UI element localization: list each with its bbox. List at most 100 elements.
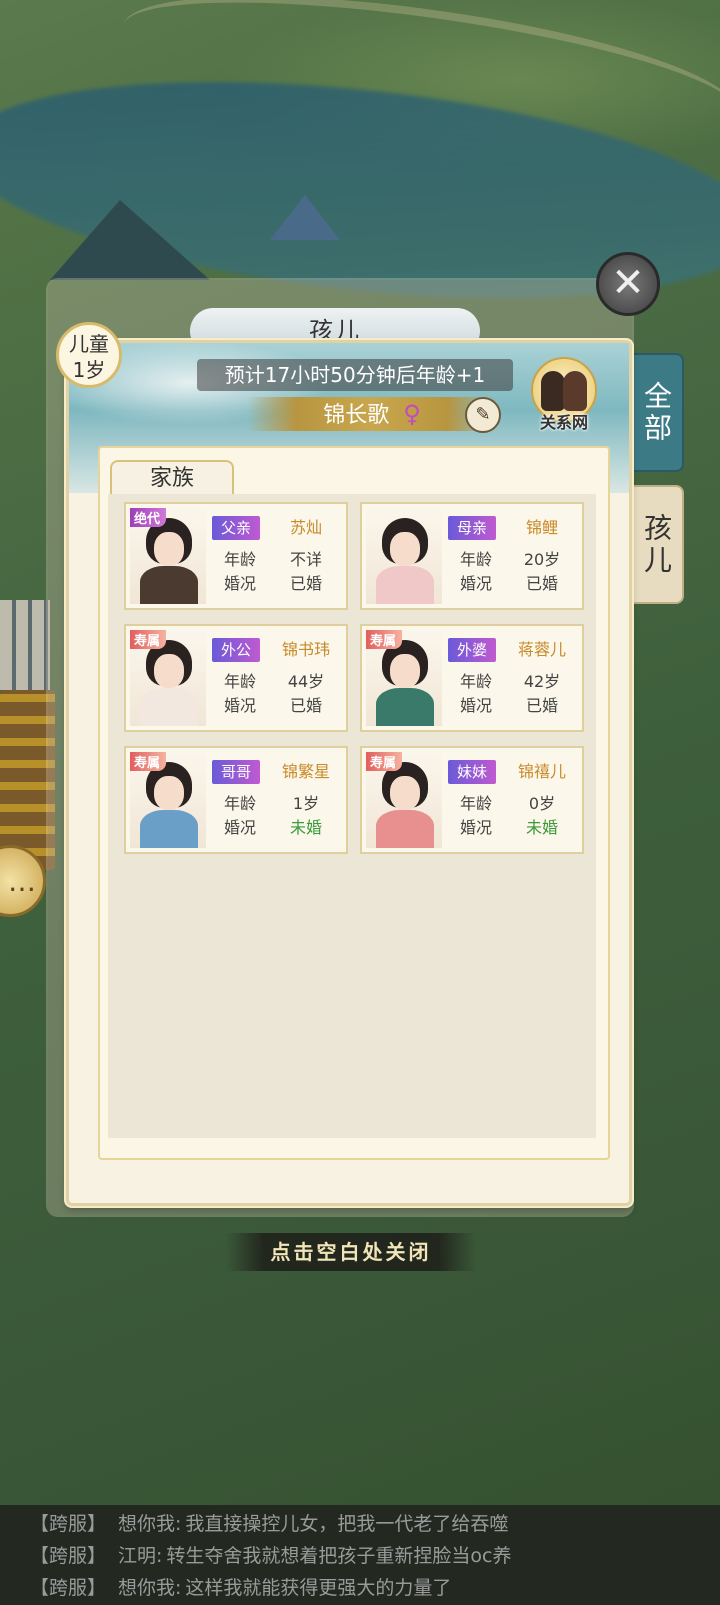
member-age: 20岁 xyxy=(523,550,561,569)
member-portrait: 绝代 xyxy=(130,508,206,604)
age-label: 年龄 xyxy=(459,550,492,569)
female-icon: ♀ xyxy=(403,400,421,428)
portrait-face xyxy=(390,654,420,688)
age-row: 年龄 1岁 xyxy=(212,790,346,814)
portrait-robe xyxy=(140,566,198,604)
portrait-robe xyxy=(140,688,198,726)
portrait-robe xyxy=(376,566,434,604)
age-label: 年龄 xyxy=(223,794,256,813)
marriage-label: 婚况 xyxy=(223,818,256,837)
member-name: 锦书玮 xyxy=(281,640,330,659)
marriage-label: 婚况 xyxy=(223,574,256,593)
marriage-row: 婚况 未婚 xyxy=(212,814,346,838)
relation-network-label: 关系网 xyxy=(539,413,588,432)
family-member-card[interactable]: 绝代 父亲 苏灿年龄 不详婚况 已婚 xyxy=(124,502,348,610)
age-label: 年龄 xyxy=(223,550,256,569)
member-age: 42岁 xyxy=(523,672,561,691)
marriage-row: 婚况 已婚 xyxy=(212,570,346,594)
tab-family[interactable]: 家族 xyxy=(110,460,234,496)
age-label: 年龄 xyxy=(459,794,492,813)
member-portrait xyxy=(366,508,442,604)
map-houses xyxy=(0,600,50,690)
member-marriage: 未婚 xyxy=(525,818,558,837)
member-role: 哥哥 xyxy=(212,760,260,784)
member-age: 不详 xyxy=(289,550,322,569)
age-stage-badge: 儿童 1岁 xyxy=(56,322,122,388)
member-name: 锦禧儿 xyxy=(517,762,566,781)
member-role: 父亲 xyxy=(212,516,260,540)
portrait-robe xyxy=(376,810,434,848)
member-marriage: 已婚 xyxy=(289,696,322,715)
member-name: 蒋蓉儿 xyxy=(517,640,566,659)
member-name: 锦鲤 xyxy=(525,518,558,537)
age-row: 年龄 44岁 xyxy=(212,668,346,692)
marriage-row: 婚况 未婚 xyxy=(448,814,582,838)
member-name: 苏灿 xyxy=(289,518,322,537)
member-age: 0岁 xyxy=(528,794,556,813)
tab-all[interactable]: 全部 xyxy=(628,353,684,472)
marriage-label: 婚况 xyxy=(223,696,256,715)
stage-label: 儿童 xyxy=(69,332,109,356)
member-marriage: 已婚 xyxy=(525,574,558,593)
member-role: 外婆 xyxy=(448,638,496,662)
relation-network-button[interactable]: 关系网 xyxy=(529,357,599,437)
rarity-tag: 寿属 xyxy=(366,752,403,771)
age-row: 年龄 不详 xyxy=(212,546,346,570)
map-farmland xyxy=(0,690,55,870)
portrait-robe xyxy=(376,688,434,726)
family-member-card[interactable]: 寿属 妹妹 锦禧儿 年龄 0岁 婚况 未婚 xyxy=(360,746,584,854)
portrait-face xyxy=(154,776,184,810)
chat-message: 【跨服】 江明: 转生夺舍我就想着把孩子重新捏脸当oc养 xyxy=(30,1541,512,1571)
member-portrait: 寿属 xyxy=(366,630,442,726)
chat-text: 我直接操控儿女，把我一代老了给吞噬 xyxy=(185,1513,509,1535)
portrait-robe xyxy=(140,810,198,848)
member-role: 母亲 xyxy=(448,516,496,540)
portrait-face xyxy=(154,654,184,688)
portrait-face xyxy=(390,776,420,810)
rarity-tag: 绝代 xyxy=(130,508,167,527)
marriage-label: 婚况 xyxy=(459,818,492,837)
child-name: 锦长歌 xyxy=(323,403,390,428)
marriage-row: 婚况 已婚 xyxy=(448,692,582,716)
family-member-card[interactable]: 寿属 哥哥 锦繁星年龄 1岁婚况 未婚 xyxy=(124,746,348,854)
member-portrait: 寿属 xyxy=(366,752,442,848)
chat-speaker: 想你我: xyxy=(118,1577,182,1599)
marriage-row: 婚况 已婚 xyxy=(448,570,582,594)
chat-text: 转生夺舍我就想着把孩子重新捏脸当oc养 xyxy=(166,1545,512,1567)
chat-speaker: 想你我: xyxy=(118,1513,182,1535)
member-marriage: 已婚 xyxy=(289,574,322,593)
age-row: 年龄 0岁 xyxy=(448,790,582,814)
age-label: 年龄 xyxy=(459,672,492,691)
marriage-label: 婚况 xyxy=(459,696,492,715)
age-row: 年龄 20岁 xyxy=(448,546,582,570)
member-role: 外公 xyxy=(212,638,260,662)
member-portrait: 寿属 xyxy=(130,630,206,726)
rarity-tag: 寿属 xyxy=(366,630,403,649)
portrait-face xyxy=(154,532,184,566)
family-member-card[interactable]: 母亲 锦鲤年龄 20岁婚况 已婚 xyxy=(360,502,584,610)
age-row: 年龄 42岁 xyxy=(448,668,582,692)
edit-name-icon[interactable]: ✎ xyxy=(465,397,501,433)
tab-children[interactable]: 孩儿 xyxy=(628,485,684,604)
chat-text: 这样我就能获得更强大的力量了 xyxy=(185,1577,452,1599)
age-timer: 预计17小时50分钟后年龄+1 xyxy=(197,359,513,391)
family-member-card[interactable]: 寿属 外公 锦书玮年龄 44岁婚况 已婚 xyxy=(124,624,348,732)
chat-message: 【跨服】 想你我: 我直接操控儿女，把我一代老了给吞噬 xyxy=(30,1509,508,1539)
member-marriage: 未婚 xyxy=(289,818,322,837)
marriage-label: 婚况 xyxy=(459,574,492,593)
member-name: 锦繁星 xyxy=(281,762,330,781)
map-mountain xyxy=(50,200,210,280)
chat-bar[interactable]: 【跨服】 想你我: 我直接操控儿女，把我一代老了给吞噬 【跨服】 江明: 转生夺舍我就想… xyxy=(0,1505,720,1605)
close-icon[interactable]: ✕ xyxy=(596,252,660,316)
chat-channel: 【跨服】 xyxy=(30,1513,107,1535)
marriage-row: 婚况 已婚 xyxy=(212,692,346,716)
member-age: 1岁 xyxy=(292,794,320,813)
family-member-card[interactable]: 寿属 外婆 蒋蓉儿年龄 42岁 婚况 已婚 xyxy=(360,624,584,732)
member-age: 44岁 xyxy=(287,672,325,691)
rarity-tag: 寿属 xyxy=(130,752,167,771)
age-label: 年龄 xyxy=(223,672,256,691)
family-list-area: 绝代 父亲 苏灿 年龄 不详 婚况 已婚 母亲 锦鲤 年龄 20岁 婚况 已婚 寿属 外公 锦书玮 年龄 44岁婚… xyxy=(108,494,596,1138)
tap-blank-to-close-hint[interactable]: 点击空白处关闭 xyxy=(226,1233,476,1271)
portrait-face xyxy=(390,532,420,566)
age-label: 1岁 xyxy=(72,358,106,382)
